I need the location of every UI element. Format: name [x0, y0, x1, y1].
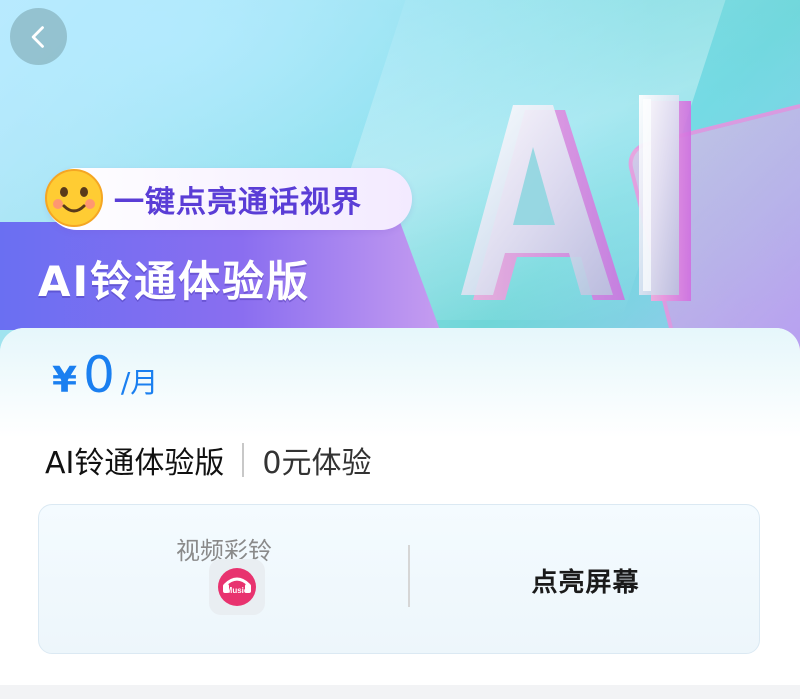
feature-video-ringtone[interactable]: 视频彩铃 Music	[39, 505, 409, 655]
feature-box: 视频彩铃 Music 点亮屏幕	[38, 504, 760, 654]
hero-title: AI铃通体验版	[38, 257, 311, 306]
music-app-icon: Music	[209, 559, 265, 615]
slogan-pill: 一键点亮通话视界	[45, 168, 412, 230]
price-amount: 0	[83, 346, 115, 404]
music-icon-text: Music	[226, 586, 249, 595]
feature-right-label: 点亮屏幕	[531, 567, 640, 598]
price-display: ¥ 0 /月	[52, 350, 158, 401]
plan-card: ¥ 0 /月 AI铃通体验版 0元体验 视频彩铃 Music 点亮屏幕	[0, 328, 800, 685]
music-logo-icon: Music	[218, 568, 256, 606]
feature-light-screen[interactable]: 点亮屏幕	[410, 505, 761, 655]
currency-symbol: ¥	[52, 360, 78, 401]
back-button[interactable]	[10, 8, 67, 65]
chevron-left-icon	[31, 25, 44, 48]
plan-divider	[242, 443, 245, 477]
plan-name: AI铃通体验版	[45, 446, 225, 481]
price-unit: /月	[120, 366, 159, 399]
ai-3d-letters	[461, 95, 691, 301]
smiling-face-icon	[45, 169, 103, 227]
plan-info: AI铃通体验版 0元体验	[45, 438, 371, 482]
hero-banner: AI铃通体验版 一键点亮通话视界	[0, 0, 800, 360]
slogan-text: 一键点亮通话视界	[114, 185, 362, 220]
plan-subtitle: 0元体验	[262, 446, 372, 481]
